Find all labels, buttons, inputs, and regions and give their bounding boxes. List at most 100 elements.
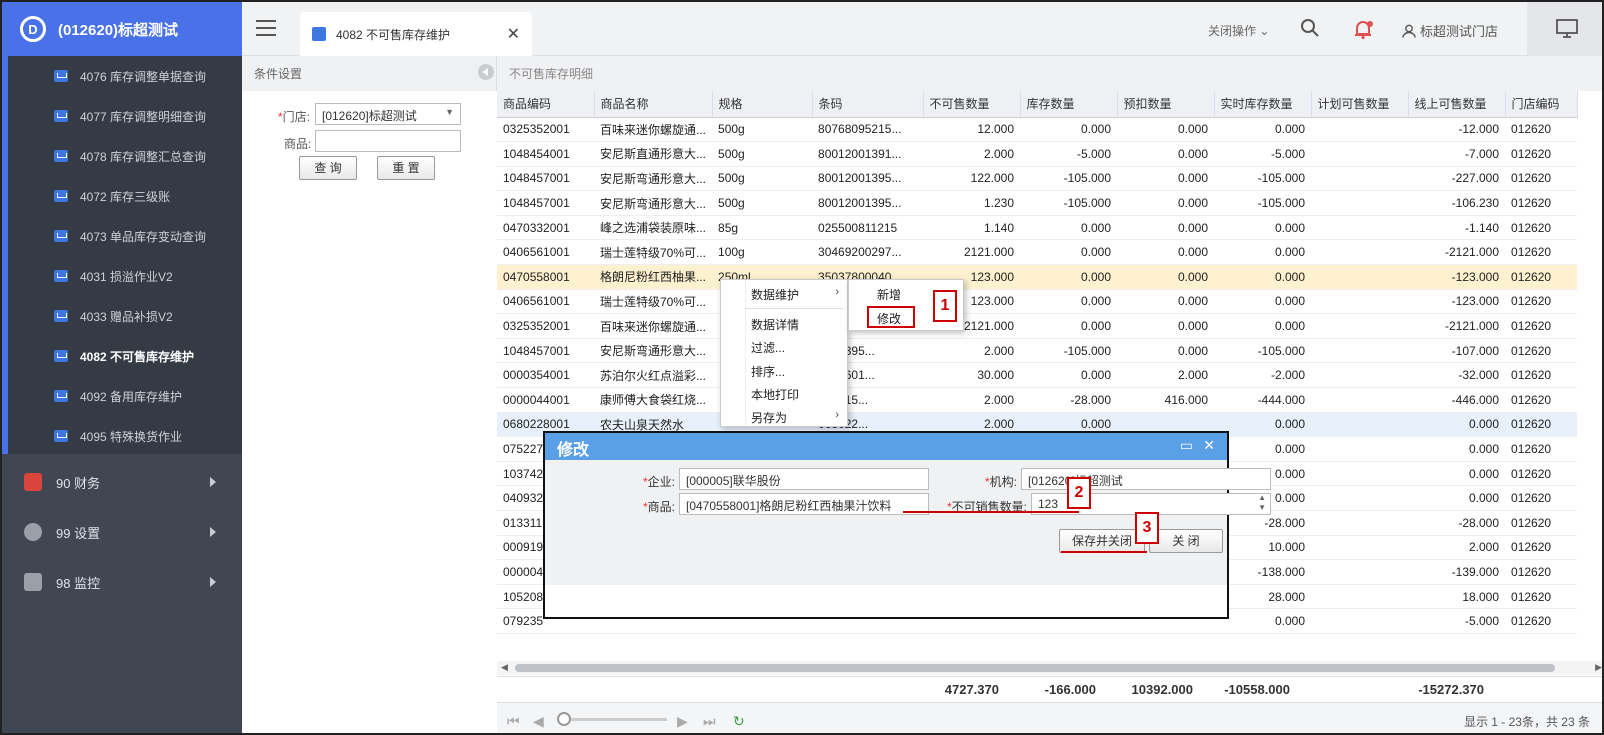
table-cell: 安尼斯弯通形意大... — [594, 190, 713, 216]
column-header[interactable]: 商品编码 — [497, 91, 595, 118]
org-field[interactable]: [012620]标超测试 — [1021, 468, 1271, 490]
submenu-item-label: 4073 单品库存变动查询 — [80, 229, 207, 244]
scroll-left-icon[interactable]: ◀ — [501, 662, 508, 673]
table-row[interactable]: 0406561001 瑞士莲特级70%可... 123.000 0.000 0.000 0… — [497, 289, 1578, 315]
column-header[interactable]: 库存数量 — [1020, 91, 1118, 118]
tab-active[interactable]: 4082 不可售库存维护 ✕ — [300, 12, 532, 56]
monitor-button[interactable] — [1527, 2, 1602, 56]
table-cell: 格朗尼粉红西柚果... — [594, 264, 713, 290]
table-cell: 012620 — [1505, 510, 1578, 536]
table-row[interactable]: 1048457001 安尼斯弯通形意大... 500g 80012001395... 1… — [497, 190, 1578, 216]
column-header[interactable]: 预扣数量 — [1117, 91, 1215, 118]
submenu-item-active[interactable]: 4082 不可售库存维护 — [8, 336, 242, 376]
table-cell: 12.000 — [923, 117, 1021, 143]
cart-icon — [54, 390, 68, 402]
table-cell — [1311, 485, 1409, 511]
first-page-icon[interactable]: ⏮ — [507, 713, 520, 730]
table-cell: 安尼斯直通形意大... — [594, 141, 713, 167]
table-row[interactable]: 0470332001 峰之选浦袋装原味... 85g 025500811215 1.14… — [497, 215, 1578, 241]
sidebar: D (012620)标超测试 4076 库存调整单据查询 4077 库存调整明细… — [2, 2, 242, 733]
close-button[interactable]: 关 闭 — [1149, 529, 1223, 553]
refresh-icon[interactable]: ↻ — [733, 713, 745, 730]
submenu-item[interactable]: 4076 库存调整单据查询 — [8, 56, 242, 96]
table-row[interactable]: 0470558001 格朗尼粉红西柚果... 250ml 35037800040...… — [497, 264, 1578, 290]
filter-title: 条件设置 — [254, 67, 303, 81]
total-stock: -166.000 — [1044, 682, 1096, 697]
submenu-item[interactable]: 4095 特殊换货作业 — [8, 416, 242, 456]
menu-finance[interactable]: 90 财务 — [2, 457, 242, 507]
ctx-edit[interactable]: 修改 — [877, 310, 901, 327]
search-icon[interactable] — [1300, 18, 1320, 38]
ctx-save-as[interactable]: 另存为 — [751, 409, 787, 426]
ctx-data-maintain[interactable]: 数据维护 — [751, 286, 799, 303]
table-row[interactable]: 1048454001 安尼斯直通形意大... 500g 80012001391... 2… — [497, 141, 1578, 167]
table-cell: 012620 — [1505, 190, 1578, 216]
submenu-item[interactable]: 4077 库存调整明细查询 — [8, 96, 242, 136]
pager-info: 显示 1 - 23条，共 23 条 — [1463, 715, 1590, 729]
submenu-item[interactable]: 4092 备用库存维护 — [8, 376, 242, 416]
store-select[interactable]: [012620]标超测试 ▼ — [315, 103, 461, 125]
table-cell: 0.000 — [1408, 461, 1506, 487]
close-icon[interactable]: ✕ — [1203, 437, 1215, 454]
product-field[interactable]: [0470558001]格朗尼粉红西柚果汁饮料 — [679, 493, 929, 515]
maximize-icon[interactable]: ▭ — [1180, 437, 1193, 454]
table-cell: 0.000 — [1117, 239, 1215, 266]
table-cell: 012620 — [1505, 215, 1578, 241]
prev-page-icon[interactable]: ◀ — [533, 713, 544, 730]
submenu-item[interactable]: 4072 库存三级账 — [8, 176, 242, 216]
close-icon[interactable]: ✕ — [507, 24, 520, 44]
submenu-item[interactable]: 4078 库存调整汇总查询 — [8, 136, 242, 176]
collapse-left-icon[interactable] — [478, 64, 494, 80]
table-row[interactable]: 0325352001 百味来迷你螺旋通... 500g 80768095215... 1… — [497, 117, 1578, 143]
ctx-sort[interactable]: 排序... — [751, 363, 785, 380]
table-row[interactable]: 1048457001 安尼斯弯通形意大... 500g 80012001395... 1… — [497, 166, 1578, 192]
table-row[interactable]: 0325352001 百味来迷你螺旋通... 2121.000 0.000 0.000 0… — [497, 313, 1578, 339]
next-page-icon[interactable]: ▶ — [677, 713, 688, 730]
column-header[interactable]: 线上可售数量 — [1408, 91, 1506, 118]
submenu-item[interactable]: 4033 赠品补损V2 — [8, 296, 242, 336]
column-header[interactable]: 计划可售数量 — [1311, 91, 1409, 118]
hamburger-menu-icon[interactable] — [256, 20, 276, 36]
column-header[interactable]: 商品名称 — [594, 91, 713, 118]
reset-button[interactable]: 重 置 — [377, 156, 435, 180]
submenu-item[interactable]: 4073 单品库存变动查询 — [8, 216, 242, 256]
ctx-add[interactable]: 新增 — [877, 286, 901, 303]
company-field[interactable]: [000005]联华股份 — [679, 468, 929, 490]
column-header[interactable]: 不可售数量 — [923, 91, 1021, 118]
table-cell: 012620 — [1505, 264, 1578, 290]
table-row[interactable]: 0000354001苏泊尔火红点溢彩...8555601...30.0000.0… — [497, 362, 1578, 389]
ctx-local-print[interactable]: 本地打印 — [751, 386, 799, 403]
column-header[interactable]: 规格 — [712, 91, 813, 118]
column-header[interactable]: 实时库存数量 — [1214, 91, 1312, 118]
menu-settings[interactable]: 99 设置 — [2, 507, 242, 557]
bell-icon[interactable] — [1352, 18, 1374, 40]
ctx-filter[interactable]: 过滤... — [751, 339, 785, 356]
user-menu[interactable]: 标超测试门店 — [1402, 21, 1498, 40]
table-cell: -107.000 — [1408, 338, 1506, 364]
table-cell — [1311, 215, 1409, 241]
app-brand[interactable]: D (012620)标超测试 — [2, 2, 242, 56]
product-input[interactable] — [315, 130, 461, 152]
query-button[interactable]: 查 询 — [299, 156, 357, 180]
close-operations-dropdown[interactable]: 关闭操作 ⌄ — [1208, 22, 1269, 39]
ctx-data-detail[interactable]: 数据详情 — [751, 316, 799, 333]
table-row[interactable]: 1048457001安尼斯弯通形意大...2001395...2.000-105… — [497, 338, 1578, 364]
column-header[interactable]: 门店编码 — [1505, 91, 1578, 118]
table-row[interactable]: 0406561001 瑞士莲特级70%可... 100g 30469200297...… — [497, 239, 1578, 266]
save-close-button[interactable]: 保存并关闭 — [1059, 529, 1145, 553]
chevron-right-icon: › — [835, 409, 839, 421]
page-slider[interactable] — [563, 718, 667, 721]
table-cell: 0.000 — [1214, 215, 1312, 241]
scroll-right-icon[interactable]: ▶ — [1595, 662, 1602, 673]
table-cell: 025500811215 — [812, 215, 924, 241]
column-header[interactable]: 条码 — [812, 91, 924, 118]
page-slider-knob[interactable] — [557, 712, 571, 726]
menu-monitor[interactable]: 98 监控 — [2, 557, 242, 607]
table-row[interactable]: 0000044001康师傅大食袋红烧...524715...2.000-28.0… — [497, 387, 1578, 413]
last-page-icon[interactable]: ⏭ — [703, 713, 716, 730]
stepper-icon[interactable]: ▲ ▼ — [1258, 493, 1266, 513]
scroll-thumb[interactable] — [515, 664, 1555, 672]
filter-panel-title: 条件设置 — [242, 56, 497, 91]
submenu-item[interactable]: 4031 损溢作业V2 — [8, 256, 242, 296]
horizontal-scrollbar[interactable]: ◀ ▶ — [497, 661, 1602, 675]
